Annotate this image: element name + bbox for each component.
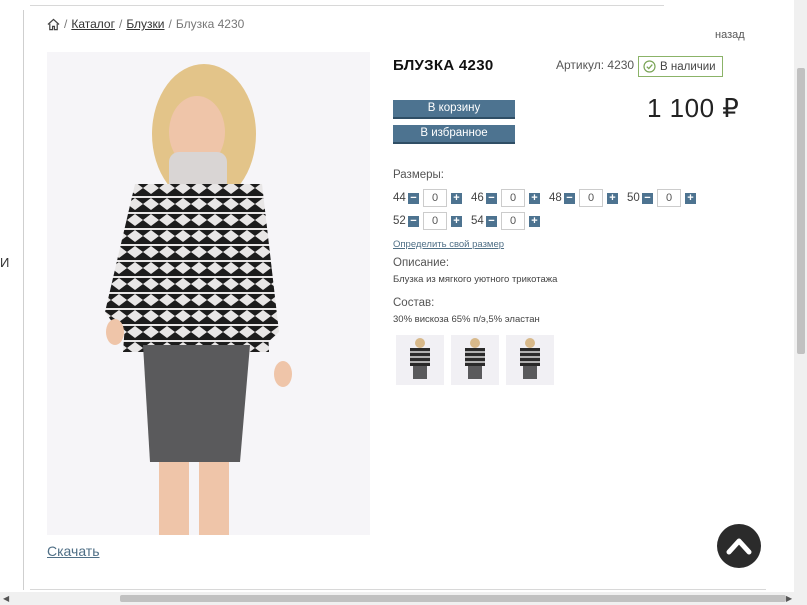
stock-badge: В наличии bbox=[638, 56, 723, 77]
composition-text: 30% вискоза 65% п/э,5% эластан bbox=[393, 314, 540, 325]
increment-button[interactable]: + bbox=[529, 215, 540, 227]
size-guide-link[interactable]: Определить свой размер bbox=[393, 239, 504, 250]
size-number: 46 bbox=[471, 192, 484, 204]
size-selector-52: 52 − 0 + bbox=[393, 212, 462, 230]
composition-label: Состав: bbox=[393, 297, 435, 309]
decrement-button[interactable]: − bbox=[642, 192, 653, 204]
stock-label: В наличии bbox=[660, 60, 716, 73]
top-divider bbox=[30, 5, 664, 6]
sizes-label: Размеры: bbox=[393, 169, 444, 181]
size-row: 44 − 0 + 46 − 0 + 48 − 0 + 50 − 0 + bbox=[393, 189, 705, 207]
article-number: Артикул: 4230 bbox=[556, 58, 635, 72]
product-price: 1 100 ₽ bbox=[647, 93, 740, 123]
breadcrumb-category-link[interactable]: Блузки bbox=[126, 17, 164, 31]
breadcrumb-separator: / bbox=[118, 17, 123, 31]
product-thumbnail[interactable] bbox=[506, 335, 554, 385]
breadcrumb-current: Блузка 4230 bbox=[175, 17, 245, 31]
size-selector-50: 50 − 0 + bbox=[627, 189, 696, 207]
breadcrumb-separator: / bbox=[168, 17, 172, 31]
size-selector-48: 48 − 0 + bbox=[549, 189, 618, 207]
increment-button[interactable]: + bbox=[685, 192, 696, 204]
size-number: 48 bbox=[549, 192, 562, 204]
decrement-button[interactable]: − bbox=[486, 192, 497, 204]
breadcrumb: / Каталог / Блузки / Блузка 4230 bbox=[47, 17, 244, 31]
quantity-input[interactable]: 0 bbox=[501, 212, 525, 230]
increment-button[interactable]: + bbox=[607, 192, 618, 204]
scroll-to-top-button[interactable] bbox=[717, 524, 761, 568]
left-panel-text: И bbox=[0, 255, 10, 270]
add-to-cart-button[interactable]: В корзину bbox=[393, 100, 515, 119]
product-title: БЛУЗКА 4230 bbox=[393, 57, 494, 74]
check-circle-icon bbox=[643, 60, 656, 73]
size-number: 54 bbox=[471, 215, 484, 227]
size-selector-44: 44 − 0 + bbox=[393, 189, 462, 207]
thumbnail-image bbox=[506, 335, 554, 385]
size-number: 52 bbox=[393, 215, 406, 227]
description-text: Блузка из мягкого уютного трикотажа bbox=[393, 274, 558, 285]
scroll-left-arrow-icon[interactable]: ◀ bbox=[3, 594, 9, 603]
product-thumbnail[interactable] bbox=[396, 335, 444, 385]
size-number: 50 bbox=[627, 192, 640, 204]
model-photo-illustration bbox=[47, 52, 370, 535]
scroll-right-arrow-icon[interactable]: ▶ bbox=[786, 594, 792, 603]
breadcrumb-catalog-link[interactable]: Каталог bbox=[71, 17, 115, 31]
decrement-button[interactable]: − bbox=[408, 192, 419, 204]
bottom-divider bbox=[30, 589, 766, 590]
quantity-input[interactable]: 0 bbox=[423, 212, 447, 230]
decrement-button[interactable]: − bbox=[408, 215, 419, 227]
add-to-favorites-button[interactable]: В избранное bbox=[393, 125, 515, 144]
size-selector-54: 54 − 0 + bbox=[471, 212, 540, 230]
thumbnail-image bbox=[451, 335, 499, 385]
quantity-input[interactable]: 0 bbox=[579, 189, 603, 207]
size-row: 52 − 0 + 54 − 0 + bbox=[393, 212, 549, 230]
quantity-input[interactable]: 0 bbox=[657, 189, 681, 207]
increment-button[interactable]: + bbox=[451, 215, 462, 227]
vertical-scrollbar-thumb[interactable] bbox=[797, 68, 805, 354]
product-main-photo[interactable] bbox=[47, 52, 370, 535]
quantity-input[interactable]: 0 bbox=[501, 189, 525, 207]
chevron-up-icon bbox=[726, 538, 752, 555]
left-rail-divider bbox=[23, 10, 24, 590]
decrement-button[interactable]: − bbox=[564, 192, 575, 204]
breadcrumb-separator: / bbox=[64, 17, 68, 31]
horizontal-scrollbar-thumb[interactable] bbox=[120, 595, 786, 602]
increment-button[interactable]: + bbox=[451, 192, 462, 204]
back-link[interactable]: назад bbox=[715, 29, 745, 41]
increment-button[interactable]: + bbox=[529, 192, 540, 204]
size-selector-46: 46 − 0 + bbox=[471, 189, 540, 207]
product-thumbnail[interactable] bbox=[451, 335, 499, 385]
quantity-input[interactable]: 0 bbox=[423, 189, 447, 207]
thumbnail-image bbox=[396, 335, 444, 385]
home-icon[interactable] bbox=[47, 18, 60, 31]
description-label: Описание: bbox=[393, 257, 450, 269]
download-link[interactable]: Скачать bbox=[47, 543, 100, 559]
size-number: 44 bbox=[393, 192, 406, 204]
decrement-button[interactable]: − bbox=[486, 215, 497, 227]
